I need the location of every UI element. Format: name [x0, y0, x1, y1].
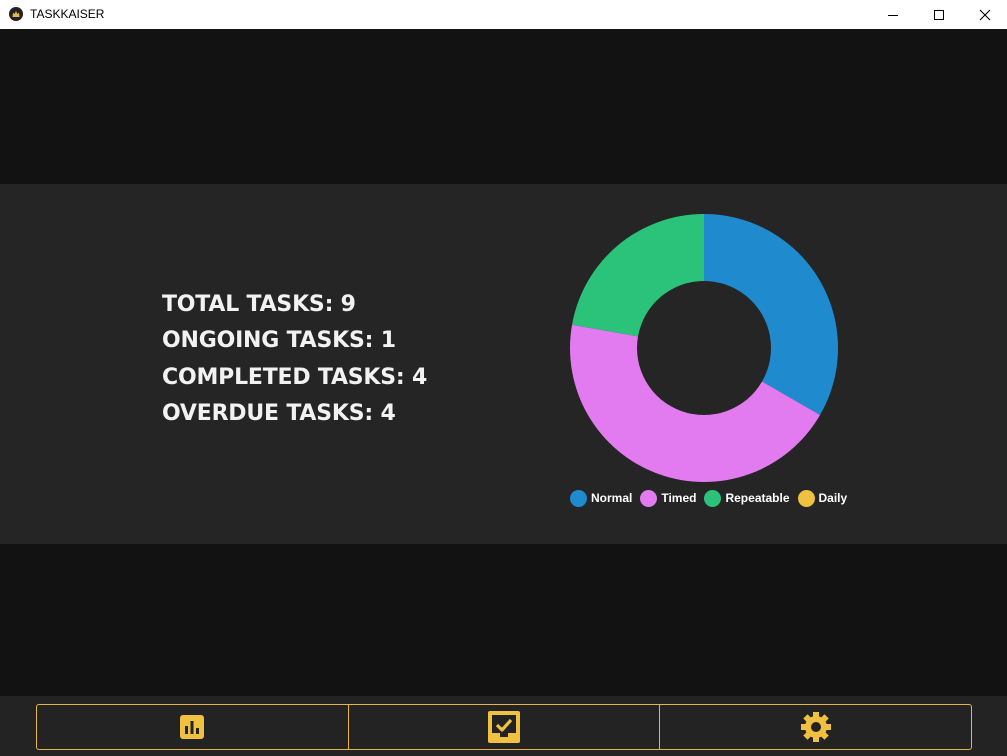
bar-chart-icon [180, 715, 205, 739]
nav-settings-button[interactable] [660, 705, 971, 749]
task-type-donut-chart [570, 214, 838, 482]
donut-slice-repeatable [572, 214, 704, 337]
close-icon [979, 9, 991, 20]
legend-swatch [570, 489, 587, 507]
title-bar: TASKKAISER [0, 0, 1007, 29]
donut-slice-normal [704, 214, 838, 415]
maximize-icon [934, 9, 944, 20]
minimize-button[interactable] [870, 0, 916, 29]
nav-tasks-button[interactable] [349, 705, 661, 749]
checkbox-icon [488, 711, 520, 743]
legend-label: Normal [591, 491, 633, 505]
legend-swatch [640, 489, 658, 507]
stats-panel: TOTAL TASKS: 9 ONGOING TASKS: 1 COMPLETE… [0, 184, 1007, 544]
legend-label: Timed [661, 491, 697, 505]
legend-label: Repeatable [725, 491, 790, 505]
total-tasks-stat: TOTAL TASKS: 9 [162, 292, 356, 317]
chart-legend: Normal Timed Repeatable Daily [570, 488, 855, 508]
close-button[interactable] [962, 0, 1007, 29]
bottom-nav [36, 704, 972, 750]
legend-swatch [797, 489, 815, 507]
gear-icon [800, 712, 831, 742]
legend-item-daily[interactable]: Daily [797, 489, 848, 507]
completed-tasks-stat: COMPLETED TASKS: 4 [162, 365, 428, 390]
legend-label: Daily [818, 491, 848, 505]
legend-item-timed[interactable]: Timed [640, 489, 697, 507]
minimize-icon [888, 14, 898, 16]
ongoing-tasks-stat: ONGOING TASKS: 1 [162, 328, 396, 353]
nav-stats-button[interactable] [37, 705, 349, 749]
legend-item-repeatable[interactable]: Repeatable [704, 489, 790, 507]
maximize-button[interactable] [916, 0, 962, 29]
app-logo-icon [9, 7, 23, 21]
app-title: TASKKAISER [30, 7, 105, 21]
legend-swatch [704, 489, 722, 507]
legend-item-normal[interactable]: Normal [570, 489, 633, 507]
overdue-tasks-stat: OVERDUE TASKS: 4 [162, 401, 396, 426]
